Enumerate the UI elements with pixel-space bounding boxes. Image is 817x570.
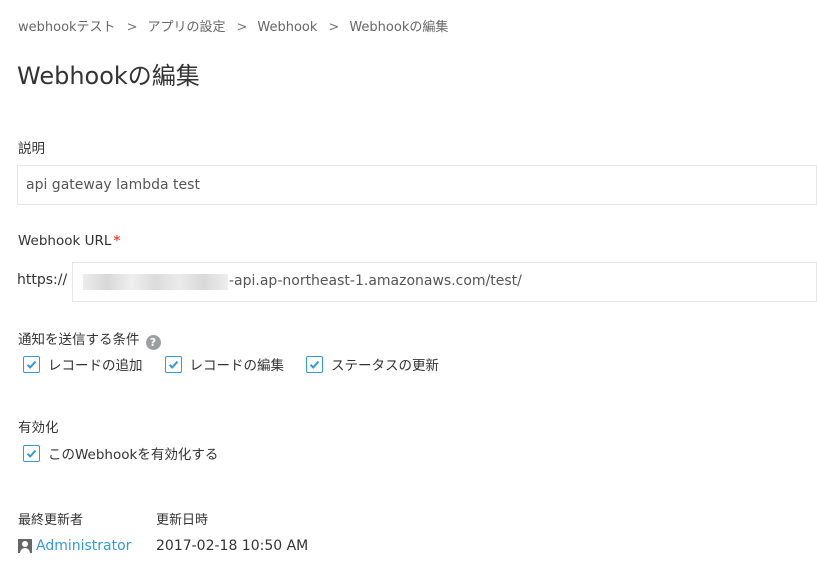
url-prefix: https:// [17,272,68,288]
checkbox-record-edit[interactable]: レコードの編集 [164,354,285,374]
required-mark: * [113,233,121,249]
user-icon [18,539,32,553]
webhook-url-label: Webhook URL * [18,233,120,249]
breadcrumb-app[interactable]: webhookテスト [18,20,116,35]
checkbox-checked-icon [23,444,40,462]
checkbox-label: レコードの編集 [189,358,285,374]
breadcrumb: webhookテスト > アプリの設定 > Webhook > Webhookの編集 [18,16,448,35]
checkbox-label: このWebhookを有効化する [48,447,219,463]
webhook-url-label-text: Webhook URL [18,233,112,249]
breadcrumb-separator: > [126,20,138,35]
breadcrumb-app-settings[interactable]: アプリの設定 [147,20,225,35]
breadcrumb-webhook[interactable]: Webhook [257,20,317,35]
question-icon[interactable]: ? [145,335,161,350]
breadcrumb-separator: > [328,20,340,35]
webhook-url-input[interactable]: -api.ap-northeast-1.amazonaws.com/test/ [72,262,817,302]
checkbox-label: ステータスの更新 [331,358,439,374]
page-title: Webhookの編集 [17,62,200,90]
checkbox-checked-icon [164,355,182,373]
checkbox-status-update[interactable]: ステータスの更新 [306,354,439,374]
updated-at-value: 2017-02-18 10:50 AM [156,538,309,554]
enable-options: このWebhookを有効化する [23,443,240,463]
webhook-url-value: -api.ap-northeast-1.amazonaws.com/test/ [229,273,522,289]
conditions-label: 通知を送信する条件? [18,328,161,350]
checkbox-label: レコードの追加 [48,358,143,374]
breadcrumb-separator: > [236,20,248,35]
checkbox-checked-icon [306,355,323,373]
redacted-region [83,274,228,290]
description-input[interactable] [17,165,817,205]
checkbox-checked-icon [23,355,40,373]
checkbox-record-add[interactable]: レコードの追加 [23,354,143,374]
checkbox-enable-webhook[interactable]: このWebhookを有効化する [23,443,218,463]
conditions-options: レコードの追加 レコードの編集 ステータスの更新 [23,354,461,374]
enable-label: 有効化 [18,420,59,436]
description-label: 説明 [18,141,45,157]
conditions-label-text: 通知を送信する条件 [18,332,140,348]
breadcrumb-current: Webhookの編集 [349,20,449,35]
updated-by-name: Administrator [36,538,132,554]
updated-by-label: 最終更新者 [18,513,84,528]
updated-by-user-link[interactable]: Administrator [18,538,131,554]
updated-at-label: 更新日時 [156,513,209,528]
